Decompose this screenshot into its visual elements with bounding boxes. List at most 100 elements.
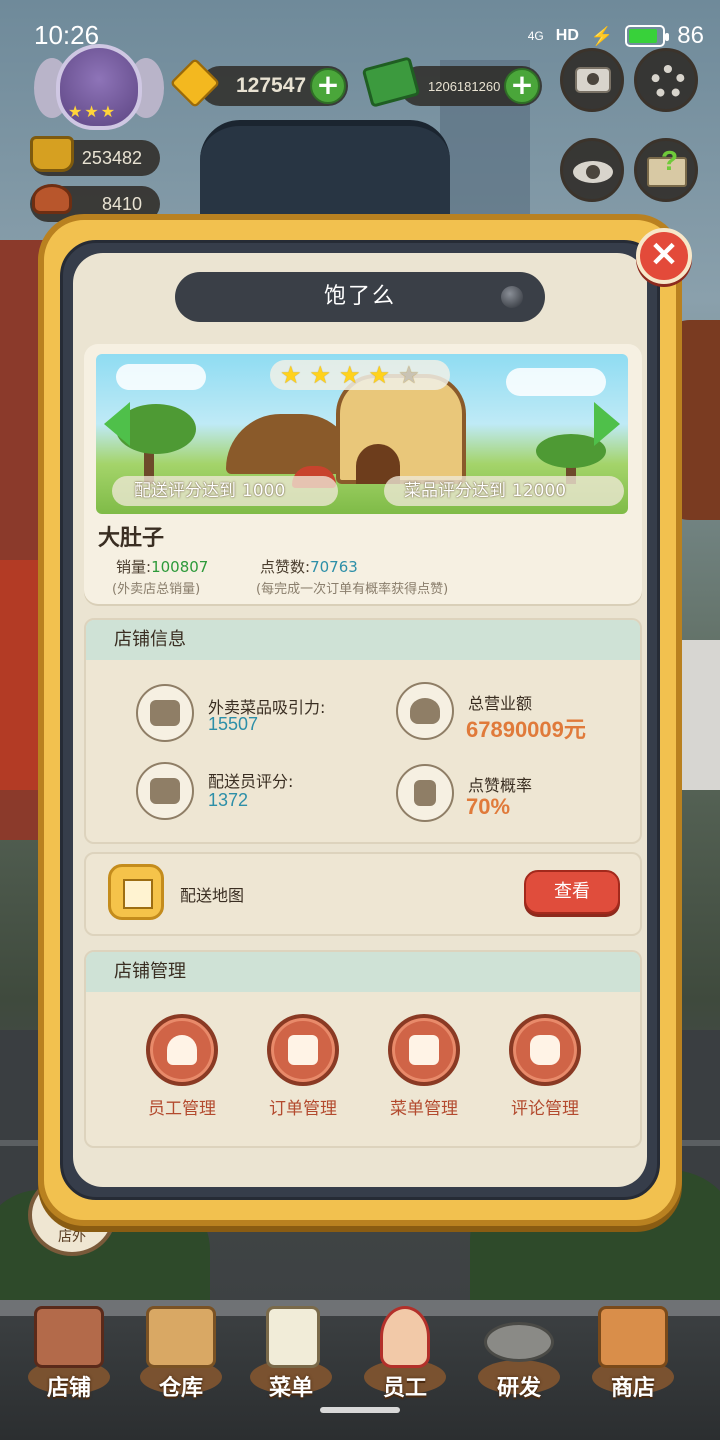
close-button[interactable]: ✕ [636, 228, 692, 284]
dish-requirement-value: 12000 [512, 481, 567, 501]
modal-title: 饱了么 [323, 284, 396, 309]
icon-glyph [414, 780, 436, 806]
nav-store-label: 商店 [610, 1376, 655, 1401]
icon-glyph [410, 698, 440, 724]
dish-cover-icon [32, 184, 72, 214]
gold-value: 253482 [81, 147, 142, 168]
camera-button[interactable] [560, 48, 624, 112]
bottom-nav: 店铺 仓库 菜单 员工 研发 商店 [0, 1300, 720, 1440]
total-revenue-value: 67890009元 [466, 717, 586, 742]
eye-icon [573, 161, 613, 183]
gold-pot-icon [30, 136, 74, 172]
store-management-header: 店铺管理 [86, 952, 640, 992]
staff-management-label[interactable]: 员工管理 [132, 1094, 232, 1119]
rank-badge-icon[interactable]: ★★★ [34, 40, 164, 134]
gems-counter: 127547 + [200, 66, 348, 106]
sales-value: 100807 [151, 558, 209, 576]
icon-glyph [150, 700, 180, 726]
order-management-label[interactable]: 订单管理 [253, 1094, 353, 1119]
star-filled-icon: ★ [309, 361, 332, 389]
settings-gear-icon [651, 65, 685, 99]
home-indicator[interactable] [320, 1407, 400, 1413]
sales-label: 销量: [116, 558, 152, 576]
dish-requirement: 菜品评分达到 12000 [384, 476, 624, 506]
store-info-header: 店铺信息 [86, 620, 640, 660]
question-mark-icon: ? [661, 145, 679, 176]
banner-next-arrow-icon[interactable] [594, 402, 620, 446]
menu-management-button[interactable] [388, 1014, 460, 1086]
chat-bubble-icon [530, 1035, 560, 1065]
nav-shop-label: 店铺 [46, 1376, 91, 1401]
nav-research-label: 研发 [496, 1376, 541, 1401]
nav-staff[interactable]: 员工 [350, 1300, 460, 1410]
dish-requirement-label: 菜品评分达到 [404, 481, 506, 501]
battery-icon [625, 25, 670, 47]
gems-value: 127547 [236, 74, 307, 97]
staff-management-button[interactable] [146, 1014, 218, 1086]
camera-icon [575, 67, 611, 93]
total-revenue-label: 总营业额 [468, 694, 533, 713]
star-filled-icon: ★ [339, 361, 361, 389]
icon-glyph [150, 778, 180, 804]
nav-warehouse[interactable]: 仓库 [126, 1300, 236, 1410]
likes-stat: 点赞数:70763 [260, 556, 358, 577]
like-rate-value: 70% [466, 794, 511, 819]
orders-icon [288, 1035, 318, 1065]
staff-icon [167, 1035, 197, 1065]
delivery-map-label: 配送地图 [180, 886, 245, 905]
battery-fill [629, 29, 657, 43]
courier-rating-label: 配送员评分: [208, 772, 294, 791]
store-icon [598, 1306, 668, 1368]
banner-cloud [116, 364, 206, 390]
map-icon [108, 864, 164, 920]
settings-button[interactable] [634, 48, 698, 112]
view-map-button[interactable]: 查看 [524, 870, 620, 914]
delivery-scooter-icon [136, 762, 194, 820]
badge-stars: ★★★ [68, 102, 118, 121]
add-gems-button[interactable]: + [310, 68, 346, 104]
view-toggle-button[interactable] [560, 138, 624, 202]
delivery-requirement: 配送评分达到 1000 [112, 476, 338, 506]
likes-label: 点赞数: [260, 558, 311, 576]
likes-note: (每完成一次订单有概率获得点赞) [256, 582, 449, 597]
dish-appeal-value: 15507 [208, 714, 259, 734]
star-empty-icon: ★ [398, 361, 420, 389]
outside-button-label: 店外 [58, 1229, 86, 1245]
menu-clipboard-icon [409, 1035, 439, 1065]
research-pot-icon [484, 1322, 554, 1362]
sales-note: (外卖店总销量) [112, 582, 201, 597]
nav-staff-label: 员工 [382, 1376, 427, 1401]
menu-icon [266, 1306, 320, 1368]
warehouse-icon [146, 1306, 216, 1368]
menu-management-label[interactable]: 菜单管理 [374, 1094, 474, 1119]
likes-value: 70763 [310, 558, 358, 576]
nav-warehouse-label: 仓库 [158, 1376, 203, 1401]
review-management-label[interactable]: 评论管理 [495, 1094, 595, 1119]
like-rate-label: 点赞概率 [468, 776, 533, 795]
money-bag-icon [396, 682, 454, 740]
title-bar-knob [501, 286, 523, 308]
review-management-button[interactable] [509, 1014, 581, 1086]
nav-menu[interactable]: 菜单 [236, 1300, 346, 1410]
delivery-requirement-label: 配送评分达到 [134, 481, 236, 501]
close-icon: ✕ [649, 236, 679, 274]
battery-level: 86 [677, 22, 704, 49]
status-icons: 4G HD ⚡ 86 [528, 22, 704, 50]
star-filled-icon: ★ [280, 361, 302, 389]
nav-menu-label: 菜单 [268, 1376, 313, 1401]
nav-shop[interactable]: 店铺 [14, 1300, 124, 1410]
order-management-button[interactable] [267, 1014, 339, 1086]
banner-cloud [506, 368, 606, 396]
sales-stat: 销量:100807 [116, 556, 208, 577]
cash-value: 1206181260 [428, 78, 501, 94]
banner-prev-arrow-icon[interactable] [104, 402, 130, 446]
help-book-button[interactable]: ? [634, 138, 698, 202]
nav-research[interactable]: 研发 [464, 1300, 574, 1410]
charging-icon: ⚡ [590, 25, 614, 46]
staff-chef-icon [380, 1306, 430, 1368]
delivery-requirement-value: 1000 [242, 481, 286, 501]
shop-name: 大肚子 [98, 526, 165, 551]
cash-counter: 1206181260 + [400, 66, 542, 106]
add-cash-button[interactable]: + [504, 68, 540, 104]
nav-store[interactable]: 商店 [578, 1300, 688, 1410]
